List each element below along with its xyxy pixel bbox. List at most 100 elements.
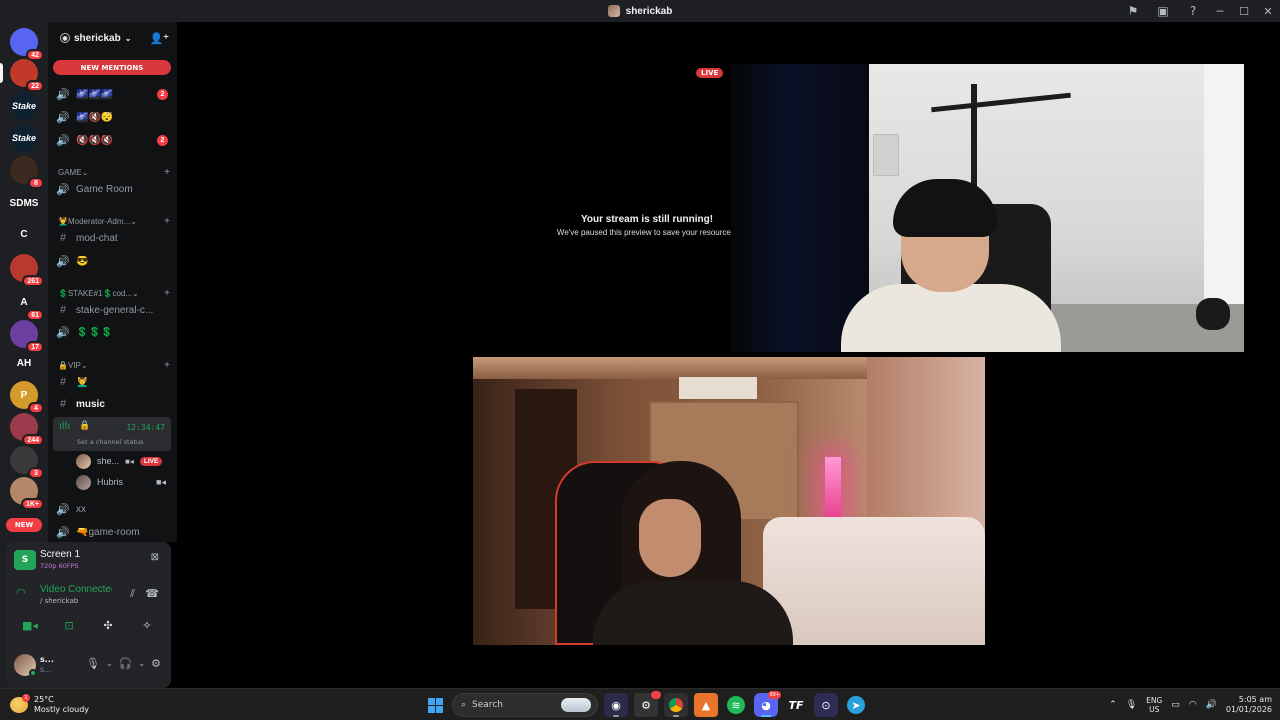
add-channel-icon[interactable]: + (164, 288, 170, 299)
search-placeholder: Search (472, 700, 503, 710)
camera-icon[interactable]: ■◂ (18, 614, 42, 636)
app-discord-icon[interactable]: ◕ 99+ (754, 691, 781, 717)
chevron-up-icon[interactable]: ⌃ (1109, 700, 1117, 710)
search-highlight-icon (561, 698, 591, 712)
new-unread-button[interactable]: NEW (6, 518, 42, 532)
channel-category[interactable]: 🔒VIP ⌄ + (58, 358, 170, 372)
server-icon[interactable]: SDMS (10, 189, 38, 217)
video-tile-1[interactable] (731, 64, 1244, 352)
stream-quality: 720p 60FPS (40, 562, 79, 570)
voice-channel[interactable]: 🔊 🌌🌌🌌 2 (54, 84, 172, 104)
server-icon[interactable]: 261 (10, 254, 44, 287)
disconnect-icon[interactable]: ☎ (145, 587, 159, 600)
stop-stream-icon[interactable]: ⊠ (151, 552, 159, 563)
video-tile-2[interactable] (473, 357, 985, 645)
server-badge: 22 (26, 80, 44, 92)
voice-user-2[interactable]: Hubris ■◂ (76, 473, 172, 491)
new-mentions-button[interactable]: NEW MENTIONS (53, 60, 171, 75)
channel-name: 🔇🔇🔇 (76, 134, 114, 146)
start-button[interactable] (424, 694, 446, 716)
add-channel-icon[interactable]: + (164, 167, 170, 178)
server-icon[interactable]: C (10, 220, 38, 248)
app-chrome-icon[interactable] (664, 693, 688, 717)
channel-xx[interactable]: 🔊 xx (54, 499, 172, 519)
channel-category[interactable]: 💲STAKE#1💲cod... ⌄ + (58, 286, 170, 300)
flag-icon[interactable]: ⚑ (1118, 0, 1148, 22)
microphone-icon[interactable]: 🎙 (1126, 700, 1137, 710)
app-steam-icon[interactable]: ⚙ (634, 691, 661, 717)
active-voice-channel[interactable]: ıllı 🔒 12:34:47 Set a channel status (53, 417, 171, 451)
voice-channel[interactable]: 🔊 Game Room (54, 179, 172, 199)
display-icon[interactable]: ▭ (1171, 700, 1180, 710)
microphone-icon[interactable]: 🎙 (86, 657, 100, 670)
chevron-down-icon[interactable]: ⌄ (106, 659, 113, 668)
weather-widget[interactable]: 1 25°C Mostly cloudy (10, 692, 89, 718)
app-spotify-icon[interactable]: ≋ (727, 696, 745, 714)
channel-game-room-2[interactable]: 🔊 🔫game-room (54, 522, 172, 542)
app-telegram-icon[interactable]: ➤ (847, 696, 865, 714)
text-channel[interactable]: # music (54, 394, 172, 414)
text-channel[interactable]: # mod-chat (54, 228, 172, 248)
maximize-button[interactable]: ☐ (1232, 0, 1256, 22)
server-icon[interactable]: Stake (10, 92, 38, 120)
voice-user-name: she... (97, 456, 120, 466)
soundboard-icon[interactable]: ✧ (135, 614, 159, 636)
close-button[interactable]: ✕ (1256, 0, 1280, 22)
window-title: sherickab (607, 5, 672, 17)
voice-connection-status[interactable]: Video Connected (40, 584, 112, 595)
windows-taskbar: 1 25°C Mostly cloudy ⌕ Search ◉ ⚙ ▲ ≋ ◕ 9… (0, 688, 1280, 720)
minimize-button[interactable]: ─ (1208, 0, 1232, 22)
add-channel-icon[interactable]: + (164, 360, 170, 371)
server-icon[interactable]: 8 (10, 156, 44, 189)
app-vlc-icon[interactable]: ▲ (694, 693, 718, 717)
server-icon[interactable]: 244 (10, 413, 44, 446)
voice-channel[interactable]: 🔊 😎 (54, 251, 172, 271)
help-icon[interactable]: ? (1178, 0, 1208, 22)
screen-share-panel[interactable]: S Screen 1 720p 60FPS ⊠ (12, 548, 165, 574)
voice-channel[interactable]: 🔊 🔇🔇🔇 2 (54, 130, 172, 150)
server-icon[interactable]: Stake (10, 124, 38, 152)
chevron-down-icon: ⌄ (81, 167, 89, 177)
gear-icon[interactable]: ⚙ (151, 657, 161, 670)
app-tf-icon[interactable]: TF (784, 693, 808, 717)
text-channel[interactable]: # stake-general-c... (54, 300, 172, 320)
add-member-icon[interactable]: 👤⁺ (149, 32, 169, 45)
guild-header[interactable]: ◉ sherickab ⌄ 👤⁺ (48, 22, 177, 54)
hashtag-icon: # (59, 376, 67, 388)
headphones-icon[interactable]: 🎧 (119, 657, 133, 670)
server-badge: 4 (28, 402, 44, 414)
chevron-down-icon[interactable]: ⌄ (138, 659, 145, 668)
server-icon[interactable]: A 61 (10, 288, 44, 321)
voice-channel[interactable]: 🔊 🌌🔇😴 (54, 107, 172, 127)
server-icon[interactable]: AH (10, 349, 38, 377)
server-icon[interactable]: 17 (10, 320, 44, 353)
app-obs-icon[interactable]: ◉ (604, 693, 628, 717)
voice-user-1[interactable]: she... ■◂ LIVE (76, 452, 172, 470)
weather-desc: Mostly cloudy (34, 705, 89, 714)
text-channel[interactable]: # 💆‍♂️ (54, 372, 172, 392)
add-channel-icon[interactable]: + (164, 216, 170, 227)
channel-category[interactable]: 💆‍♂️Moderator-Adm... ⌄ + (58, 214, 170, 228)
channel-category[interactable]: GAME ⌄ + (58, 165, 170, 179)
language-indicator[interactable]: ENG US (1146, 696, 1162, 714)
server-icon[interactable]: 22 (10, 59, 44, 92)
account-controls: 🎙 ⌄ 🎧 ⌄ ⚙ (86, 657, 161, 670)
volume-icon[interactable]: 🔊 (1206, 700, 1217, 710)
inbox-icon[interactable]: ▣ (1148, 0, 1178, 22)
channel-status-button[interactable]: Set a channel status (77, 438, 144, 446)
server-icon[interactable]: 1K+ (10, 477, 44, 510)
server-icon[interactable]: 3 (10, 446, 44, 479)
clock[interactable]: 5:05 am 01/01/2026 (1226, 695, 1272, 715)
app-gamepad-icon[interactable]: ⊙ (814, 693, 838, 717)
voice-channel[interactable]: 🔊 💲💲💲 (54, 322, 172, 342)
noise-suppression-icon[interactable]: ⫽ (130, 587, 135, 601)
taskbar-search[interactable]: ⌕ Search (452, 693, 598, 717)
server-icon[interactable]: P4 (10, 381, 44, 414)
clock-time: 5:05 am (1238, 695, 1272, 704)
activities-icon[interactable]: ✣ (96, 614, 120, 636)
video-content (841, 284, 1061, 352)
title-bar: sherickab ⚑ ▣ ? ─ ☐ ✕ (0, 0, 1280, 22)
server-icon[interactable]: 42 (10, 28, 44, 61)
wifi-icon[interactable]: ◠ (1189, 700, 1197, 710)
share-screen-icon[interactable]: ⊡ (57, 614, 81, 636)
